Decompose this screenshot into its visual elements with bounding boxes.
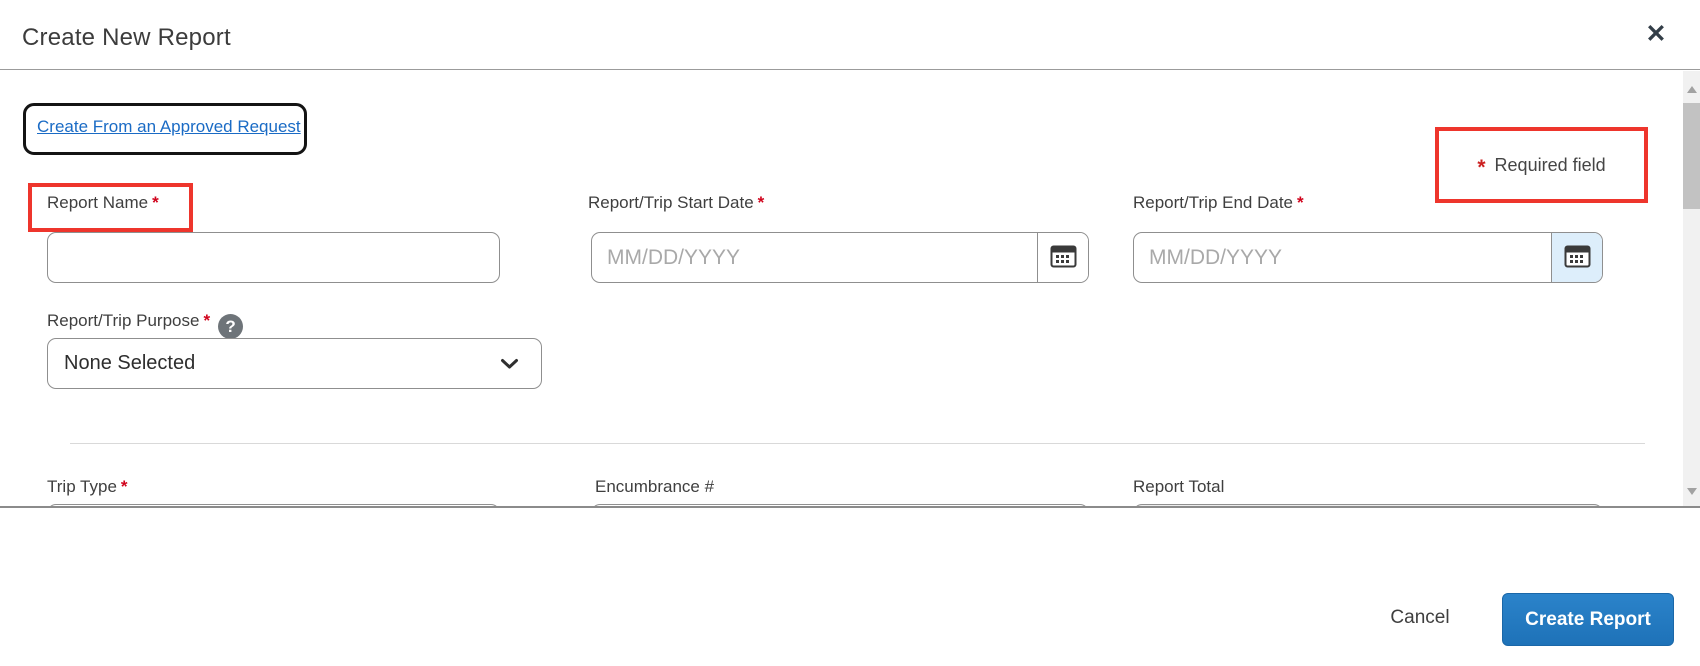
- end-date-required-asterisk: *: [1297, 193, 1304, 212]
- report-total-label: Report Total: [1133, 477, 1225, 496]
- required-asterisk: *: [1477, 156, 1486, 179]
- trip-type-input[interactable]: [47, 504, 500, 506]
- calendar-icon: [1050, 244, 1077, 272]
- scrollbar-thumb[interactable]: [1683, 103, 1700, 209]
- start-date-input[interactable]: [592, 233, 1037, 282]
- start-date-label: Report/Trip Start Date *: [588, 193, 765, 212]
- required-field-annotation-box: * Required field: [1435, 127, 1648, 203]
- purpose-required-asterisk: *: [203, 311, 211, 330]
- scroll-down-icon[interactable]: [1683, 483, 1700, 500]
- create-report-modal: Create New Report ✕ Create From an Appro…: [0, 0, 1700, 666]
- scroll-up-icon[interactable]: [1683, 81, 1700, 98]
- close-icon[interactable]: ✕: [1638, 16, 1674, 52]
- start-date-field: [591, 232, 1089, 283]
- purpose-select[interactable]: None Selected: [47, 338, 542, 389]
- trip-type-label: Trip Type *: [47, 477, 128, 496]
- start-date-calendar-button[interactable]: [1037, 233, 1088, 282]
- end-date-field: [1133, 232, 1603, 283]
- report-name-input[interactable]: [47, 232, 500, 283]
- start-date-required-asterisk: *: [757, 193, 765, 212]
- end-date-input[interactable]: [1134, 233, 1551, 282]
- create-report-button[interactable]: Create Report: [1502, 593, 1674, 646]
- section-divider: [70, 443, 1645, 444]
- end-date-label: Report/Trip End Date *: [1133, 193, 1304, 212]
- end-date-calendar-button[interactable]: [1551, 233, 1602, 282]
- create-from-approved-request-link[interactable]: Create From an Approved Request: [37, 117, 301, 137]
- chevron-down-icon: [500, 358, 519, 370]
- modal-footer: Cancel Create Report: [0, 510, 1700, 666]
- required-field-label: Required field: [1494, 154, 1606, 175]
- purpose-label: Report/Trip Purpose *?: [47, 311, 244, 339]
- calendar-icon: [1564, 244, 1591, 272]
- modal-header: Create New Report ✕: [0, 0, 1700, 70]
- help-icon[interactable]: ?: [218, 314, 244, 339]
- cancel-button[interactable]: Cancel: [1380, 596, 1460, 640]
- report-name-required-asterisk: *: [152, 193, 159, 212]
- trip-type-required-asterisk: *: [120, 477, 128, 496]
- encumbrance-input[interactable]: [591, 504, 1089, 506]
- purpose-selected-value: None Selected: [64, 352, 196, 374]
- report-name-label: Report Name *: [47, 193, 159, 212]
- modal-body: Create From an Approved Request * Requir…: [0, 71, 1700, 508]
- report-total-field: [1133, 504, 1603, 506]
- encumbrance-label: Encumbrance #: [595, 477, 715, 496]
- modal-title: Create New Report: [22, 24, 231, 51]
- vertical-scrollbar[interactable]: [1683, 71, 1700, 506]
